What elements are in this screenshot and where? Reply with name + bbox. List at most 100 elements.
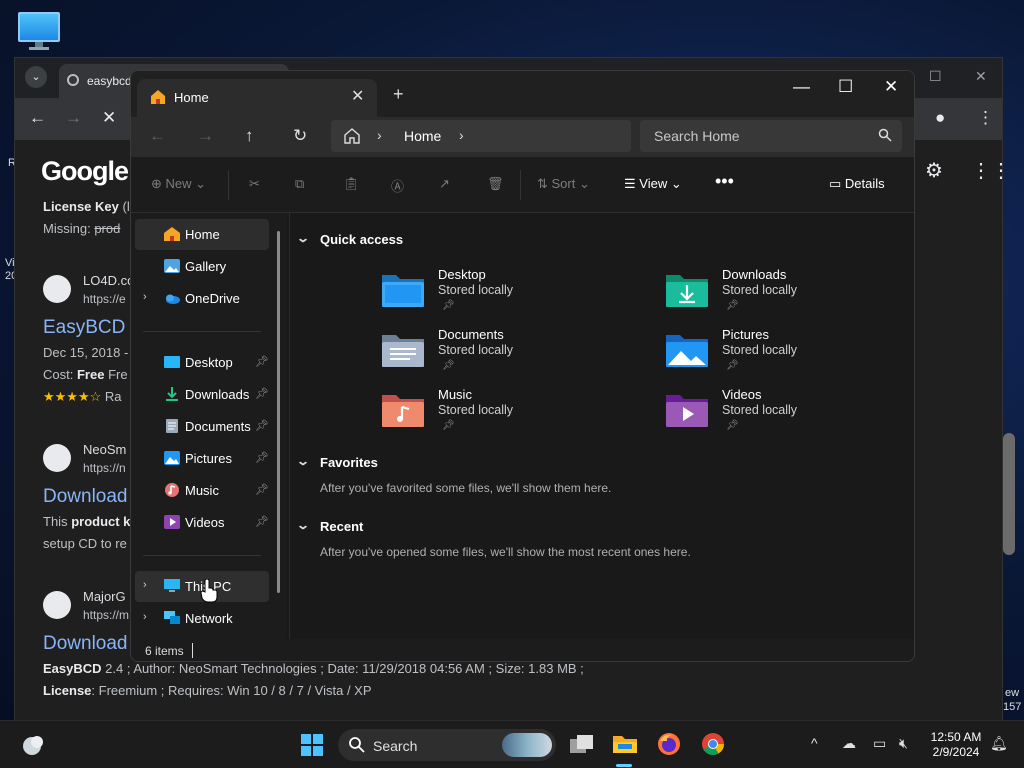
quick-access-desktop[interactable]: Desktop Stored locally 📌︎ [380,267,620,321]
sidebar-item-documents[interactable]: Documents 📌︎ [135,411,269,442]
back-arrow-icon[interactable]: ← [149,126,166,146]
license-key-line: License Key (l [43,199,130,214]
chrome-stop-button[interactable]: ✕ [102,108,116,128]
sidebar-item-gallery[interactable]: Gallery [135,251,269,282]
cut-icon[interactable]: ✂ [249,176,260,192]
result-2-url[interactable]: https://n [83,461,126,475]
refresh-icon[interactable]: ↻ [293,126,307,146]
quick-access-downloads[interactable]: Downloads Stored locally 📌︎ [664,267,904,321]
file-explorer-taskbar-icon[interactable] [612,731,638,757]
expand-chevron-icon[interactable]: › [143,579,147,591]
paste-icon[interactable]: 📋︎ [343,176,360,192]
pin-icon[interactable]: 📌︎ [255,355,269,368]
downloads-icon [166,387,178,401]
task-view-icon[interactable] [569,733,595,757]
network-status-icon[interactable]: ▭ [873,735,886,752]
notifications-bell-icon[interactable]: 🔔︎ [990,735,1008,752]
delete-icon[interactable]: 🗑︎ [487,176,504,192]
sidebar-item-pictures[interactable]: Pictures 📌︎ [135,443,269,474]
share-icon[interactable]: ↗ [439,176,450,192]
explorer-maximize-button[interactable]: ☐ [838,77,853,97]
search-input[interactable]: Search Home [640,120,902,152]
result-2-title-link[interactable]: Download [43,486,128,508]
pin-icon[interactable]: 📌︎ [255,451,269,464]
new-button[interactable]: ⊕ New ⌄ [151,176,206,192]
firefox-icon[interactable] [656,731,682,757]
section-favorites[interactable]: ⌄ Favorites [296,454,378,470]
sidebar-item-home[interactable]: Home [135,219,269,250]
google-apps-grid-icon[interactable]: ⋮⋮ [971,158,1011,183]
sidebar-item-downloads[interactable]: Downloads 📌︎ [135,379,269,410]
sidebar-item-videos[interactable]: Videos 📌︎ [135,507,269,538]
system-clock[interactable]: 12:50 AM 2/9/2024 [926,730,986,760]
up-arrow-icon[interactable]: ↑ [245,126,254,146]
details-button[interactable]: ▭ Details [829,176,885,192]
google-settings-gear-icon[interactable]: ⚙ [925,158,943,183]
result-3-url[interactable]: https://m [83,608,129,622]
explorer-close-button[interactable]: ✕ [884,77,898,97]
collapse-chevron-icon[interactable]: ⌄ [296,518,310,532]
collapse-chevron-icon[interactable]: ⌄ [296,231,310,245]
tab-close-icon[interactable]: ✕ [351,86,364,106]
windows-start-icon[interactable] [300,733,324,757]
explorer-minimize-button[interactable]: — [793,77,810,97]
recent-empty-note: After you've opened some files, we'll sh… [320,545,691,559]
item-status: Stored locally [438,283,514,297]
sidebar-item-network[interactable]: › Network [135,603,269,634]
pin-icon[interactable]: 📌︎ [255,515,269,528]
address-bar[interactable]: › Home › [331,120,631,152]
copy-icon[interactable]: ⧉ [295,176,304,192]
pin-icon[interactable]: 📌︎ [255,387,269,400]
chevron-right-icon[interactable]: › [459,127,464,143]
result-3-title-link[interactable]: Download [43,633,128,655]
section-title: Quick access [320,232,404,247]
sidebar-item-desktop[interactable]: Desktop 📌︎ [135,347,269,378]
sidebar-item-onedrive[interactable]: › OneDrive [135,283,269,314]
sort-button[interactable]: ⇅ Sort ⌄ [537,176,590,192]
quick-access-music[interactable]: Music Stored locally 📌︎ [380,387,620,441]
result-1-date: Dec 15, 2018 - [43,345,129,360]
pin-icon[interactable]: 📌︎ [255,419,269,432]
breadcrumb-home[interactable]: Home [404,128,441,144]
google-logo[interactable]: Google [41,156,129,187]
chrome-forward-button[interactable]: → [65,108,82,128]
section-title: Favorites [320,455,378,470]
section-quick-access[interactable]: ⌄ Quick access [296,231,404,247]
result-1-title-link[interactable]: EasyBCD [43,317,125,339]
section-recent[interactable]: ⌄ Recent [296,518,363,534]
quick-access-pictures[interactable]: Pictures Stored locally 📌︎ [664,327,904,381]
navigation-pane-scrollbar[interactable] [277,231,280,593]
weather-widget-icon[interactable] [20,733,46,757]
onedrive-offline-icon[interactable]: ☁ [842,735,856,752]
sidebar-item-label: Network [185,611,233,626]
this-pc-desktop-icon[interactable] [18,12,60,50]
chrome-icon[interactable] [700,731,726,757]
quick-access-videos[interactable]: Videos Stored locally 📌︎ [664,387,904,441]
show-hidden-icons-chevron-icon[interactable]: ^ [811,735,818,751]
view-button[interactable]: ☰ View ⌄ [624,176,682,192]
chrome-close-button[interactable]: ✕ [975,68,987,85]
chrome-menu-icon[interactable]: ⋮ [977,108,994,128]
result-1-url[interactable]: https://e [83,292,126,306]
expand-chevron-icon[interactable]: › [143,291,147,303]
forward-arrow-icon[interactable]: → [197,126,214,146]
chrome-scrollbar-thumb[interactable] [1003,433,1015,555]
quick-access-documents[interactable]: Documents Stored locally 📌︎ [380,327,620,381]
sidebar-item-music[interactable]: Music 📌︎ [135,475,269,506]
rename-icon[interactable]: Ⓐ [391,176,404,195]
more-options-icon[interactable]: ••• [715,171,734,192]
taskbar-search-box[interactable]: Search [338,729,556,761]
collapse-chevron-icon[interactable]: ⌄ [296,454,310,468]
expand-chevron-icon[interactable]: › [143,611,147,623]
chrome-tab-search-button[interactable]: ⌄ [25,66,47,88]
pin-icon: 📌︎ [726,420,739,431]
pin-icon[interactable]: 📌︎ [255,483,269,496]
documents-folder-icon [382,335,424,367]
chrome-maximize-button[interactable]: ☐ [929,68,942,85]
chrome-back-button[interactable]: ← [29,108,46,128]
home-icon [164,227,180,241]
new-tab-plus-icon[interactable]: + [393,84,404,105]
chrome-profile-icon[interactable]: ● [935,108,945,128]
volume-muted-icon[interactable]: 🔇︎ [899,735,908,752]
explorer-tab-home[interactable]: Home ✕ [137,79,377,117]
